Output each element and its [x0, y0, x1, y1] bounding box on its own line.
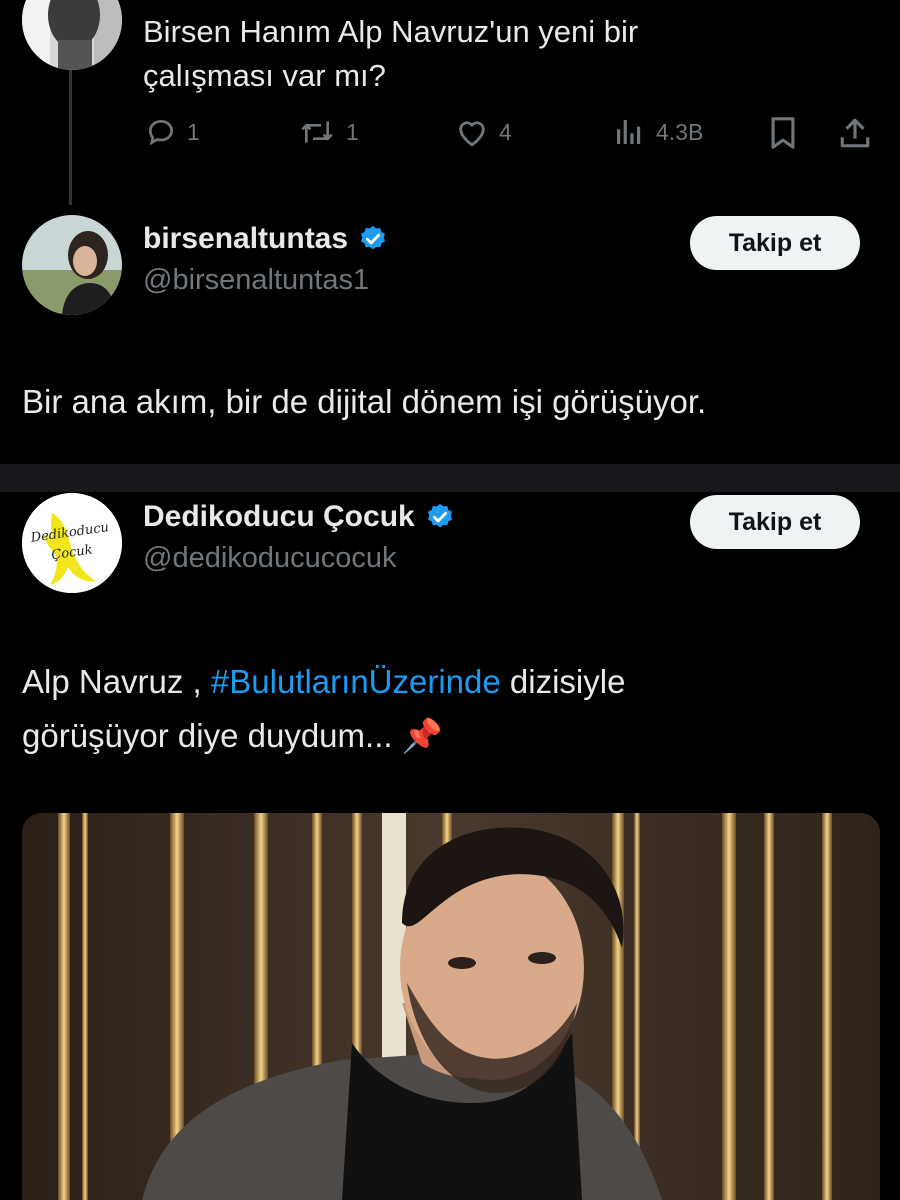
display-name[interactable]: Dedikoducu Çocuk: [143, 500, 415, 534]
share-button[interactable]: [838, 116, 872, 150]
retweet-count: 1: [346, 118, 359, 145]
tweet-text: Birsen Hanım Alp Navruz'un yeni bir çalı…: [143, 14, 639, 93]
author-info[interactable]: Dedikoducu Çocuk @dedikoducucocuk: [143, 500, 455, 575]
reply-icon: [148, 119, 174, 146]
tweet-text: Alp Navruz , #BulutlarınÜzerinde dizisiy…: [22, 655, 882, 763]
verified-badge-icon: [361, 225, 386, 250]
follow-button[interactable]: Takip et: [690, 216, 860, 270]
handle[interactable]: @birsenaltuntas1: [143, 264, 388, 297]
bookmark-icon: [771, 117, 795, 149]
like-button[interactable]: 4: [455, 116, 512, 148]
heart-icon: [459, 121, 485, 147]
display-name[interactable]: birsenaltuntas: [143, 222, 348, 256]
follow-button[interactable]: Takip et: [690, 495, 860, 549]
handle[interactable]: @dedikoducucocuk: [143, 542, 455, 575]
tweet-media-image[interactable]: [22, 813, 880, 1200]
avatar[interactable]: Dedikoducu Çocuk: [22, 493, 122, 593]
reply-button[interactable]: 1: [145, 116, 200, 148]
thread-line: [69, 70, 72, 205]
tweet-text-suffix: dizisiyle: [500, 663, 626, 700]
tweet-text: Bir ana akım, bir de dijital dönem işi g…: [22, 383, 707, 420]
views-button[interactable]: 4.3B: [612, 116, 703, 148]
verified-badge-icon: [427, 503, 452, 528]
portrait-photo: [22, 813, 880, 1200]
view-count: 4.3B: [656, 118, 704, 145]
tweet-text-line2: görüşüyor diye duydum... 📌: [22, 717, 443, 754]
bookmark-button[interactable]: [768, 116, 798, 150]
retweet-button[interactable]: 1: [298, 116, 359, 148]
tweet-text-prefix: Alp Navruz ,: [22, 663, 211, 700]
reply-count: 1: [187, 118, 200, 145]
like-count: 4: [499, 118, 512, 145]
avatar[interactable]: [22, 0, 122, 70]
divider: [0, 464, 900, 492]
retweet-icon: [301, 121, 333, 143]
share-icon: [840, 118, 870, 148]
hashtag-link[interactable]: #BulutlarınÜzerinde: [211, 663, 501, 700]
author-info[interactable]: birsenaltuntas @birsenaltuntas1: [143, 222, 388, 297]
avatar[interactable]: [22, 215, 122, 315]
analytics-icon: [617, 120, 641, 144]
